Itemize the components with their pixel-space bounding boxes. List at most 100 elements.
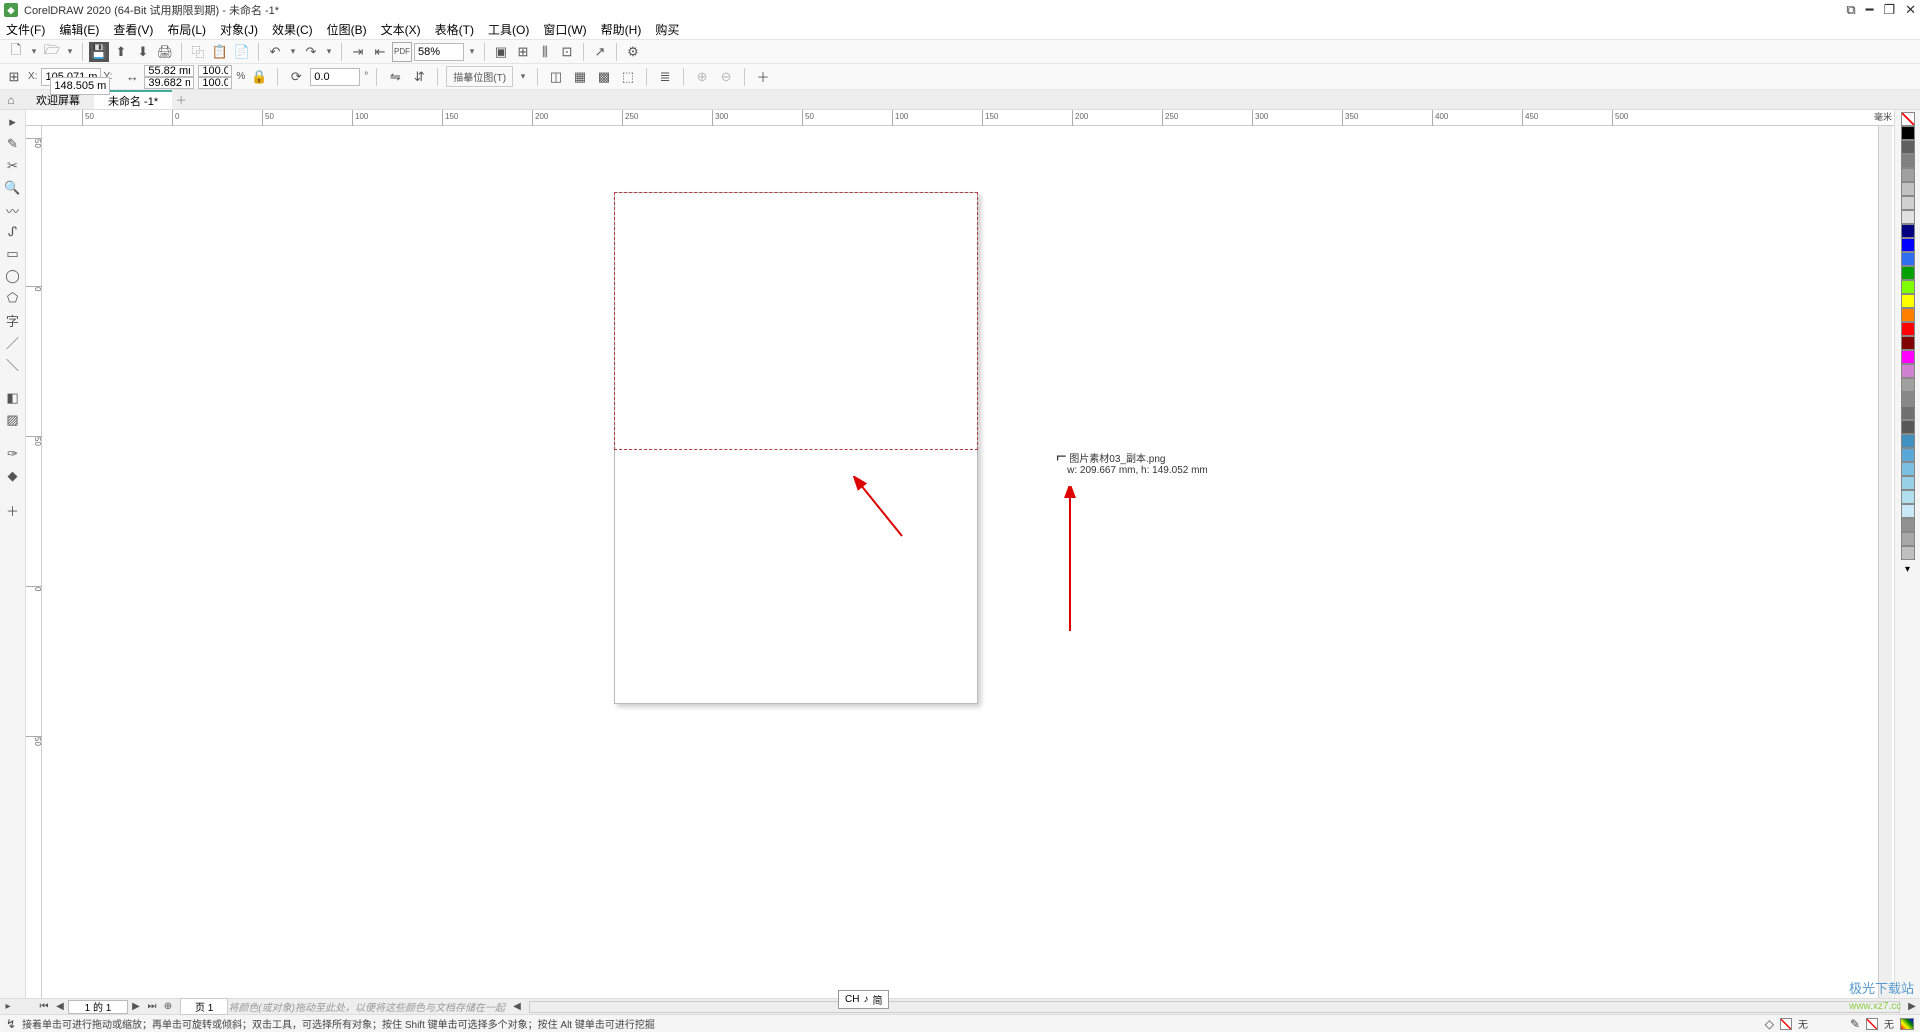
add-tab-icon[interactable]: ＋ bbox=[172, 90, 190, 109]
menu-text[interactable]: 文本(X) bbox=[381, 21, 421, 38]
redo-dd-icon[interactable]: ▾ bbox=[323, 46, 335, 57]
color-swatch[interactable] bbox=[1901, 308, 1915, 322]
vertical-ruler[interactable]: 50050050 bbox=[26, 126, 42, 998]
color-swatch[interactable] bbox=[1901, 154, 1915, 168]
y-input[interactable] bbox=[50, 77, 110, 95]
color-swatch[interactable] bbox=[1901, 546, 1915, 560]
pdf-icon[interactable]: PDF bbox=[392, 42, 412, 62]
page-tab-1[interactable]: 页 1 bbox=[180, 998, 228, 1015]
menu-layout[interactable]: 布局(L) bbox=[167, 21, 206, 38]
menu-edit[interactable]: 编辑(E) bbox=[59, 21, 99, 38]
pick-tool-icon[interactable]: ▸ bbox=[0, 112, 25, 132]
connector-tool-icon[interactable]: ＼ bbox=[0, 354, 25, 374]
clipboard-icon[interactable]: 📄 bbox=[232, 42, 252, 62]
menu-view[interactable]: 查看(V) bbox=[113, 21, 153, 38]
palette-icon[interactable] bbox=[1900, 1018, 1914, 1030]
menu-bitmap[interactable]: 位图(B) bbox=[327, 21, 367, 38]
menu-buy[interactable]: 购买 bbox=[655, 21, 679, 38]
color-swatch[interactable] bbox=[1901, 280, 1915, 294]
color-swatch[interactable] bbox=[1901, 490, 1915, 504]
outline-indicator-icon[interactable]: ✎ bbox=[1850, 1017, 1860, 1031]
scale-x-input[interactable] bbox=[198, 65, 232, 77]
trace-dd-icon[interactable]: ▾ bbox=[517, 71, 529, 82]
trace-button[interactable]: 描摹位图(T) bbox=[446, 66, 513, 87]
page-counter-input[interactable] bbox=[68, 1000, 128, 1014]
open-dropdown-icon[interactable]: ▾ bbox=[64, 46, 76, 57]
open-icon[interactable]: 🗁 bbox=[42, 42, 62, 62]
fill-indicator-icon[interactable]: ◇ bbox=[1765, 1017, 1774, 1031]
shadow-tool-icon[interactable]: ◧ bbox=[0, 388, 25, 408]
text-tool-icon[interactable]: 字 bbox=[0, 310, 25, 330]
mirror-v-icon[interactable]: ⇵ bbox=[409, 67, 429, 87]
wrap-icon[interactable]: ⬚ bbox=[618, 67, 638, 87]
ellipse-tool-icon[interactable]: ◯ bbox=[0, 266, 25, 286]
color-swatch[interactable] bbox=[1901, 140, 1915, 154]
zoom-tool-icon[interactable]: 🔍 bbox=[0, 178, 25, 198]
color-swatch[interactable] bbox=[1901, 448, 1915, 462]
selection-marquee[interactable] bbox=[614, 192, 978, 450]
color-swatch[interactable] bbox=[1901, 378, 1915, 392]
ungroup-icon[interactable]: ⊖ bbox=[716, 67, 736, 87]
color-swatch[interactable] bbox=[1901, 518, 1915, 532]
color-swatch[interactable] bbox=[1901, 182, 1915, 196]
eyedropper-tool-icon[interactable]: ✑ bbox=[0, 444, 25, 464]
menu-help[interactable]: 帮助(H) bbox=[601, 21, 642, 38]
undo-icon[interactable]: ↶ bbox=[265, 42, 285, 62]
color-swatch[interactable] bbox=[1901, 420, 1915, 434]
minimize-icon[interactable]: ━ bbox=[1866, 2, 1874, 18]
width-input[interactable] bbox=[144, 65, 194, 77]
height-input[interactable] bbox=[144, 77, 194, 89]
fill-tool-icon[interactable]: ◆ bbox=[0, 466, 25, 486]
lock-ratio-icon[interactable]: 🔒 bbox=[249, 67, 269, 87]
cloud-up-icon[interactable]: ⬆ bbox=[111, 42, 131, 62]
scroll-left-icon[interactable]: ▸ bbox=[0, 1001, 16, 1012]
color-swatch[interactable] bbox=[1901, 238, 1915, 252]
color-swatch[interactable] bbox=[1901, 168, 1915, 182]
color-swatch[interactable] bbox=[1901, 532, 1915, 546]
next-page-icon[interactable]: ▶ bbox=[128, 1001, 144, 1012]
home-icon[interactable]: ⌂ bbox=[0, 90, 22, 109]
menu-table[interactable]: 表格(T) bbox=[435, 21, 474, 38]
copy-icon[interactable]: ⿻ bbox=[188, 42, 208, 62]
crop-tool-icon[interactable]: ✂ bbox=[0, 156, 25, 176]
hscroll-left-icon[interactable]: ◀ bbox=[509, 1001, 525, 1012]
ime-indicator[interactable]: CH ♪ 简 bbox=[838, 990, 889, 1009]
color-swatch[interactable] bbox=[1901, 126, 1915, 140]
align-icon[interactable]: ≣ bbox=[655, 67, 675, 87]
canvas-body[interactable]: ⌐ 图片素材03_副本.png w: 209.667 mm, h: 149.05… bbox=[42, 126, 1894, 998]
color-swatch[interactable] bbox=[1901, 350, 1915, 364]
angle-input[interactable] bbox=[310, 68, 360, 86]
menu-file[interactable]: 文件(F) bbox=[6, 21, 45, 38]
first-page-icon[interactable]: ⏮ bbox=[36, 1001, 52, 1012]
color-swatch[interactable] bbox=[1901, 294, 1915, 308]
options-icon[interactable]: ⚙ bbox=[623, 42, 643, 62]
rectangle-tool-icon[interactable]: ▭ bbox=[0, 244, 25, 264]
zoom-dd-icon[interactable]: ▾ bbox=[466, 46, 478, 57]
color-swatch[interactable] bbox=[1901, 224, 1915, 238]
maximize-icon[interactable]: ❐ bbox=[1883, 2, 1895, 18]
group-icon[interactable]: ⊕ bbox=[692, 67, 712, 87]
color-swatch[interactable] bbox=[1901, 252, 1915, 266]
outline-swatch[interactable] bbox=[1866, 1018, 1878, 1030]
close-icon[interactable]: ✕ bbox=[1905, 2, 1916, 18]
horizontal-scrollbar[interactable] bbox=[529, 1001, 1900, 1013]
canvas[interactable]: 毫米 5005010015020025030050100150200250300… bbox=[26, 110, 1894, 998]
fullscreen-icon[interactable]: ▣ bbox=[491, 42, 511, 62]
import-icon[interactable]: ⇥ bbox=[348, 42, 368, 62]
color-swatch[interactable] bbox=[1901, 476, 1915, 490]
color-swatch[interactable] bbox=[1901, 462, 1915, 476]
new-dropdown-icon[interactable]: ▾ bbox=[28, 46, 40, 57]
snap-guides-icon[interactable]: ⫼ bbox=[535, 42, 555, 62]
menu-window[interactable]: 窗口(W) bbox=[543, 21, 586, 38]
scale-y-input[interactable] bbox=[198, 77, 232, 89]
color-swatch[interactable] bbox=[1901, 406, 1915, 420]
color-swatch[interactable] bbox=[1901, 504, 1915, 518]
swatch-none[interactable] bbox=[1901, 112, 1915, 126]
cloud-down-icon[interactable]: ⬇ bbox=[133, 42, 153, 62]
snap-objects-icon[interactable]: ⊡ bbox=[557, 42, 577, 62]
horizontal-ruler[interactable]: 毫米 5005010015020025030050100150200250300… bbox=[26, 110, 1894, 126]
launch-icon[interactable]: ↗ bbox=[590, 42, 610, 62]
bitmap-edit-icon[interactable]: ▦ bbox=[570, 67, 590, 87]
color-swatch[interactable] bbox=[1901, 364, 1915, 378]
add-page-icon[interactable]: ⊕ bbox=[160, 1001, 176, 1012]
